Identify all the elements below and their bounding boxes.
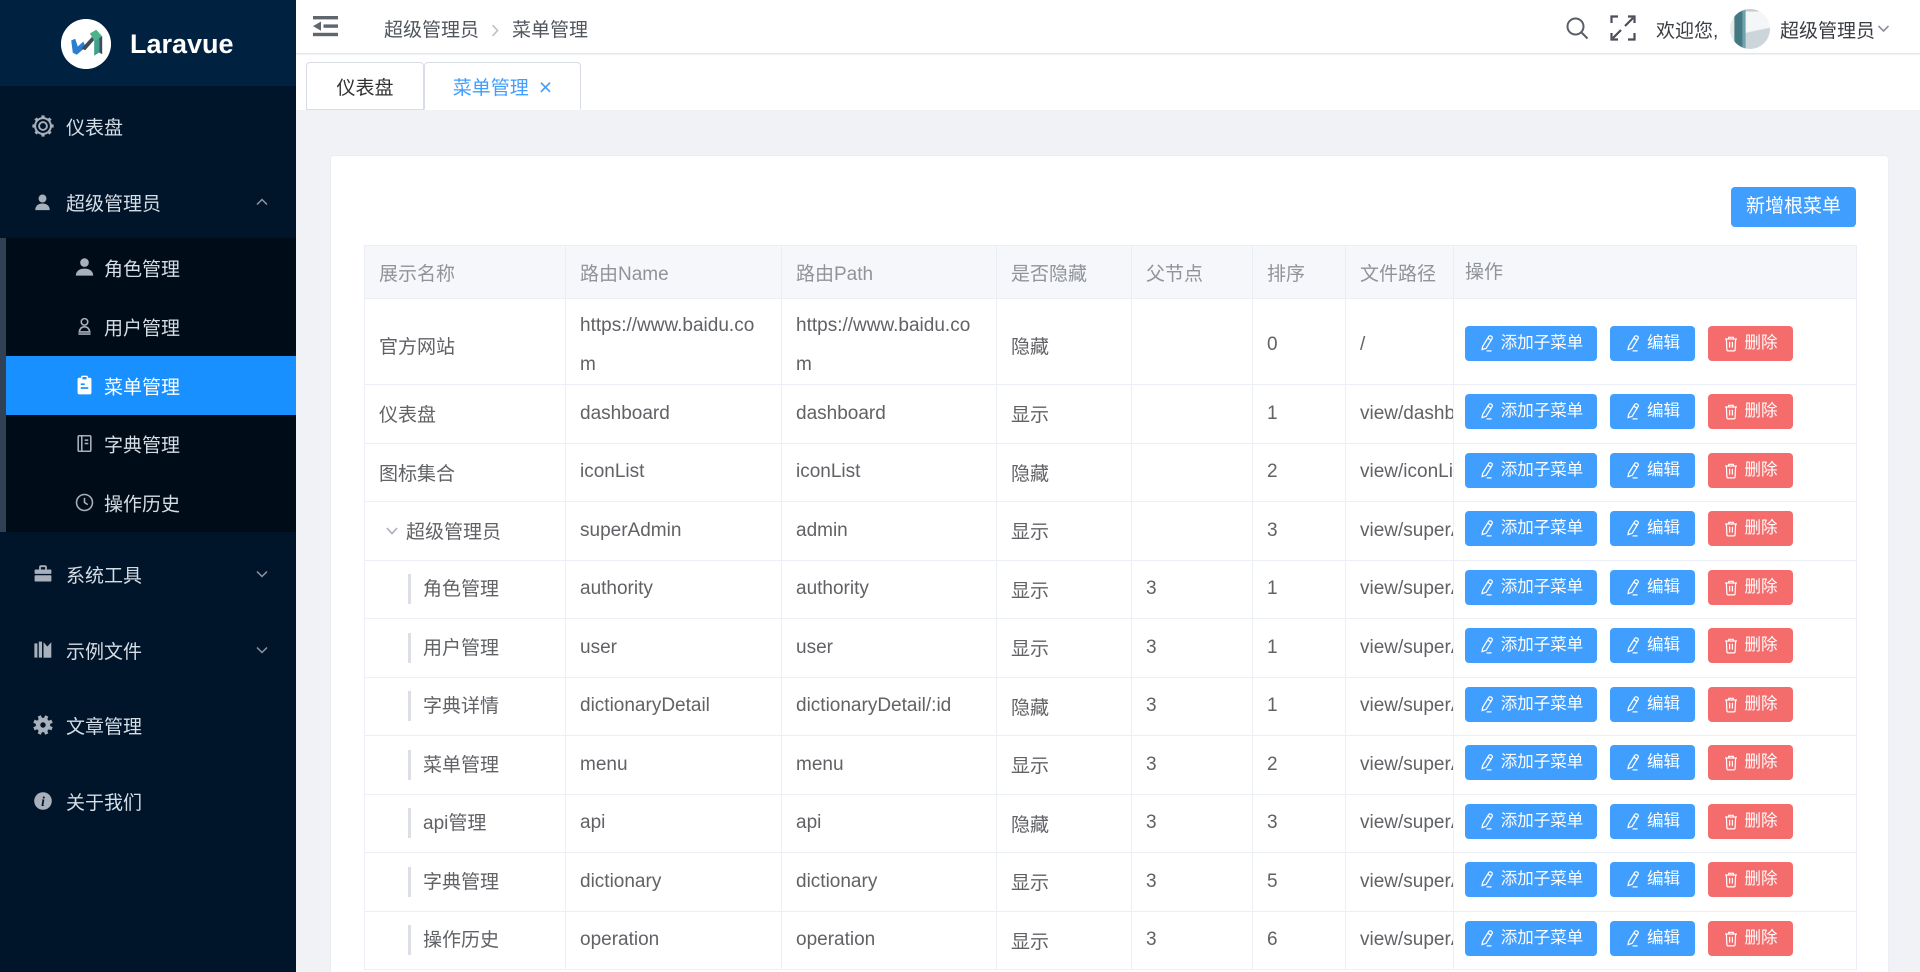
svg-text:i: i (41, 794, 45, 809)
